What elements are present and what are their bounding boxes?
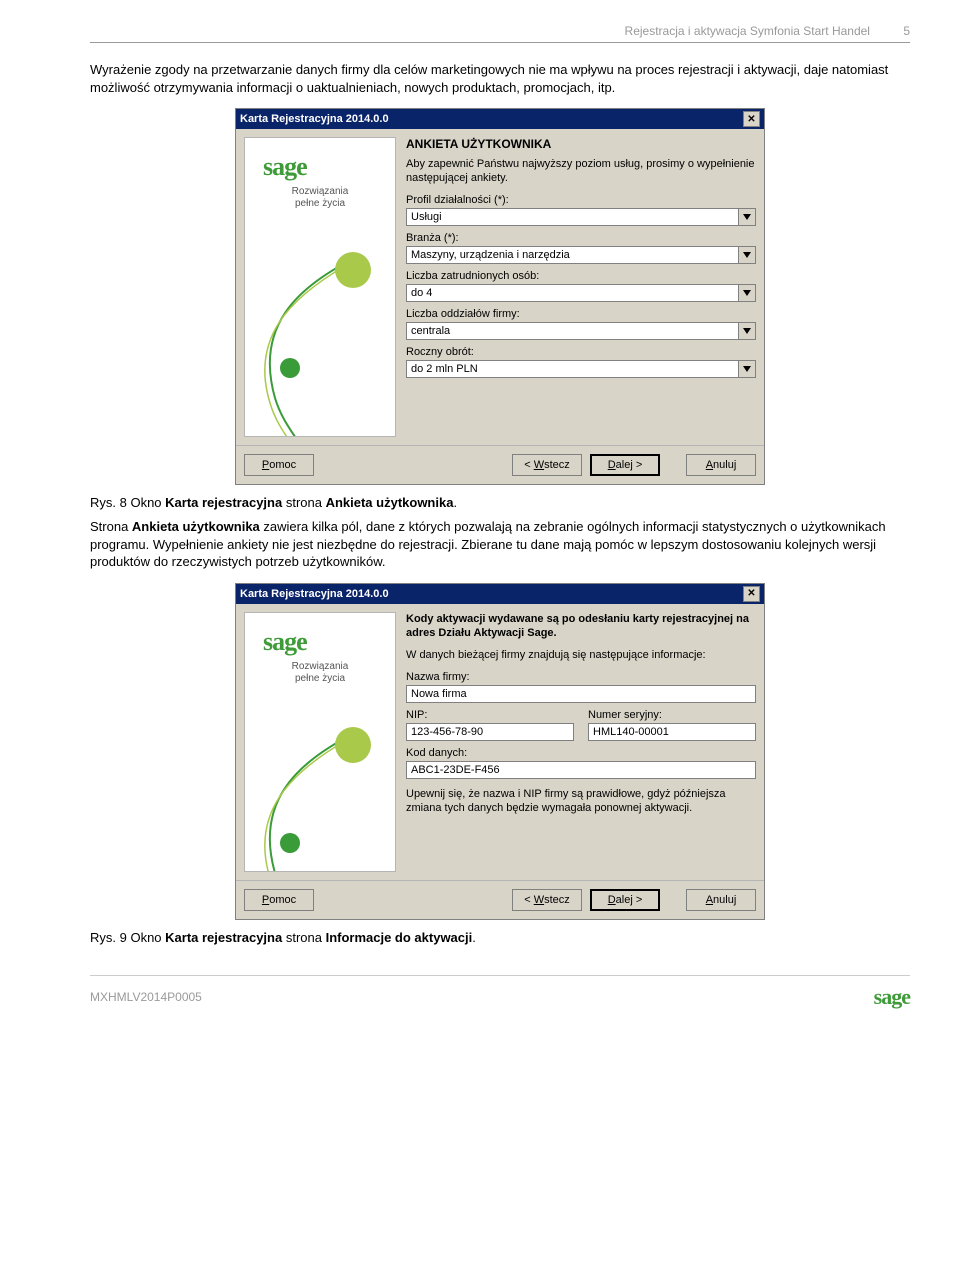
titlebar[interactable]: Karta Rejestracyjna 2014.0.0 ✕ (236, 584, 764, 604)
chevron-down-icon[interactable] (738, 208, 756, 226)
button-bar: Pomoc < Wstecz Dalej > Anuluj (236, 445, 764, 484)
page-footer: MXHMLV2014P0005 sage (90, 975, 910, 1010)
sidebar: sage Rozwiązaniapełne życia (244, 612, 396, 872)
back-button[interactable]: < Wstecz (512, 454, 582, 476)
sidebar: sage Rozwiązaniapełne życia (244, 137, 396, 437)
chevron-down-icon[interactable] (738, 284, 756, 302)
header-title: Rejestracja i aktywacja Symfonia Start H… (625, 24, 870, 38)
branza-input[interactable] (406, 246, 738, 264)
page-number: 5 (903, 24, 910, 38)
chevron-down-icon[interactable] (738, 246, 756, 264)
help-button[interactable]: Pomoc (244, 889, 314, 911)
profil-input[interactable] (406, 208, 738, 226)
window-title: Karta Rejestracyjna 2014.0.0 (240, 113, 389, 125)
slogan: Rozwiązaniapełne życia (251, 186, 389, 210)
survey-heading: ANKIETA UŻYTKOWNIKA (406, 137, 756, 151)
help-button[interactable]: Pomoc (244, 454, 314, 476)
obrot-input[interactable] (406, 360, 738, 378)
cancel-button[interactable]: Anuluj (686, 454, 756, 476)
paragraph-2: Strona Ankieta użytkownika zawiera kilka… (90, 518, 910, 571)
decorative-art (244, 723, 396, 872)
activation-heading: Kody aktywacji wydawane są po odesłaniu … (406, 612, 756, 641)
zatrudnionych-label: Liczba zatrudnionych osób: (406, 270, 756, 282)
page-header: Rejestracja i aktywacja Symfonia Start H… (90, 24, 910, 43)
button-bar: Pomoc < Wstecz Dalej > Anuluj (236, 880, 764, 919)
zatrudnionych-input[interactable] (406, 284, 738, 302)
obrot-label: Roczny obrót: (406, 346, 756, 358)
next-button[interactable]: Dalej > (590, 889, 660, 911)
nazwa-label: Nazwa firmy: (406, 671, 756, 683)
titlebar[interactable]: Karta Rejestracyjna 2014.0.0 ✕ (236, 109, 764, 129)
sage-logo: sage (874, 984, 910, 1010)
oddzialow-input[interactable] (406, 322, 738, 340)
figure-caption-9: Rys. 9 Okno Karta rejestracyjna strona I… (90, 930, 910, 945)
footer-code: MXHMLV2014P0005 (90, 990, 202, 1004)
kod-label: Kod danych: (406, 747, 756, 759)
close-icon[interactable]: ✕ (743, 111, 760, 127)
oddzialow-label: Liczba oddziałów firmy: (406, 308, 756, 320)
close-icon[interactable]: ✕ (743, 586, 760, 602)
kod-value: ABC1-23DE-F456 (406, 761, 756, 779)
paragraph-1: Wyrażenie zgody na przetwarzanie danych … (90, 61, 910, 96)
nip-label: NIP: (406, 709, 574, 721)
cancel-button[interactable]: Anuluj (686, 889, 756, 911)
registration-card-window-2: Karta Rejestracyjna 2014.0.0 ✕ sage Rozw… (235, 583, 765, 920)
nazwa-value: Nowa firma (406, 685, 756, 703)
nip-value: 123-456-78-90 (406, 723, 574, 741)
numer-label: Numer seryjny: (588, 709, 756, 721)
chevron-down-icon[interactable] (738, 322, 756, 340)
sage-logo: sage (263, 627, 395, 657)
slogan: Rozwiązaniapełne życia (251, 661, 389, 685)
numer-value: HML140-00001 (588, 723, 756, 741)
survey-intro: Aby zapewnić Państwu najwyższy poziom us… (406, 157, 756, 186)
registration-card-window-1: Karta Rejestracyjna 2014.0.0 ✕ sage Rozw… (235, 108, 765, 485)
sage-logo: sage (263, 152, 395, 182)
figure-caption-8: Rys. 8 Okno Karta rejestracyjna strona A… (90, 495, 910, 510)
window-title: Karta Rejestracyjna 2014.0.0 (240, 588, 389, 600)
next-button[interactable]: Dalej > (590, 454, 660, 476)
branza-label: Branża (*): (406, 232, 756, 244)
activation-note: Upewnij się, że nazwa i NIP firmy są pra… (406, 787, 756, 816)
back-button[interactable]: < Wstecz (512, 889, 582, 911)
chevron-down-icon[interactable] (738, 360, 756, 378)
profil-label: Profil działalności (*): (406, 194, 756, 206)
decorative-art (244, 248, 396, 437)
activation-intro: W danych bieżącej firmy znajdują się nas… (406, 648, 756, 662)
